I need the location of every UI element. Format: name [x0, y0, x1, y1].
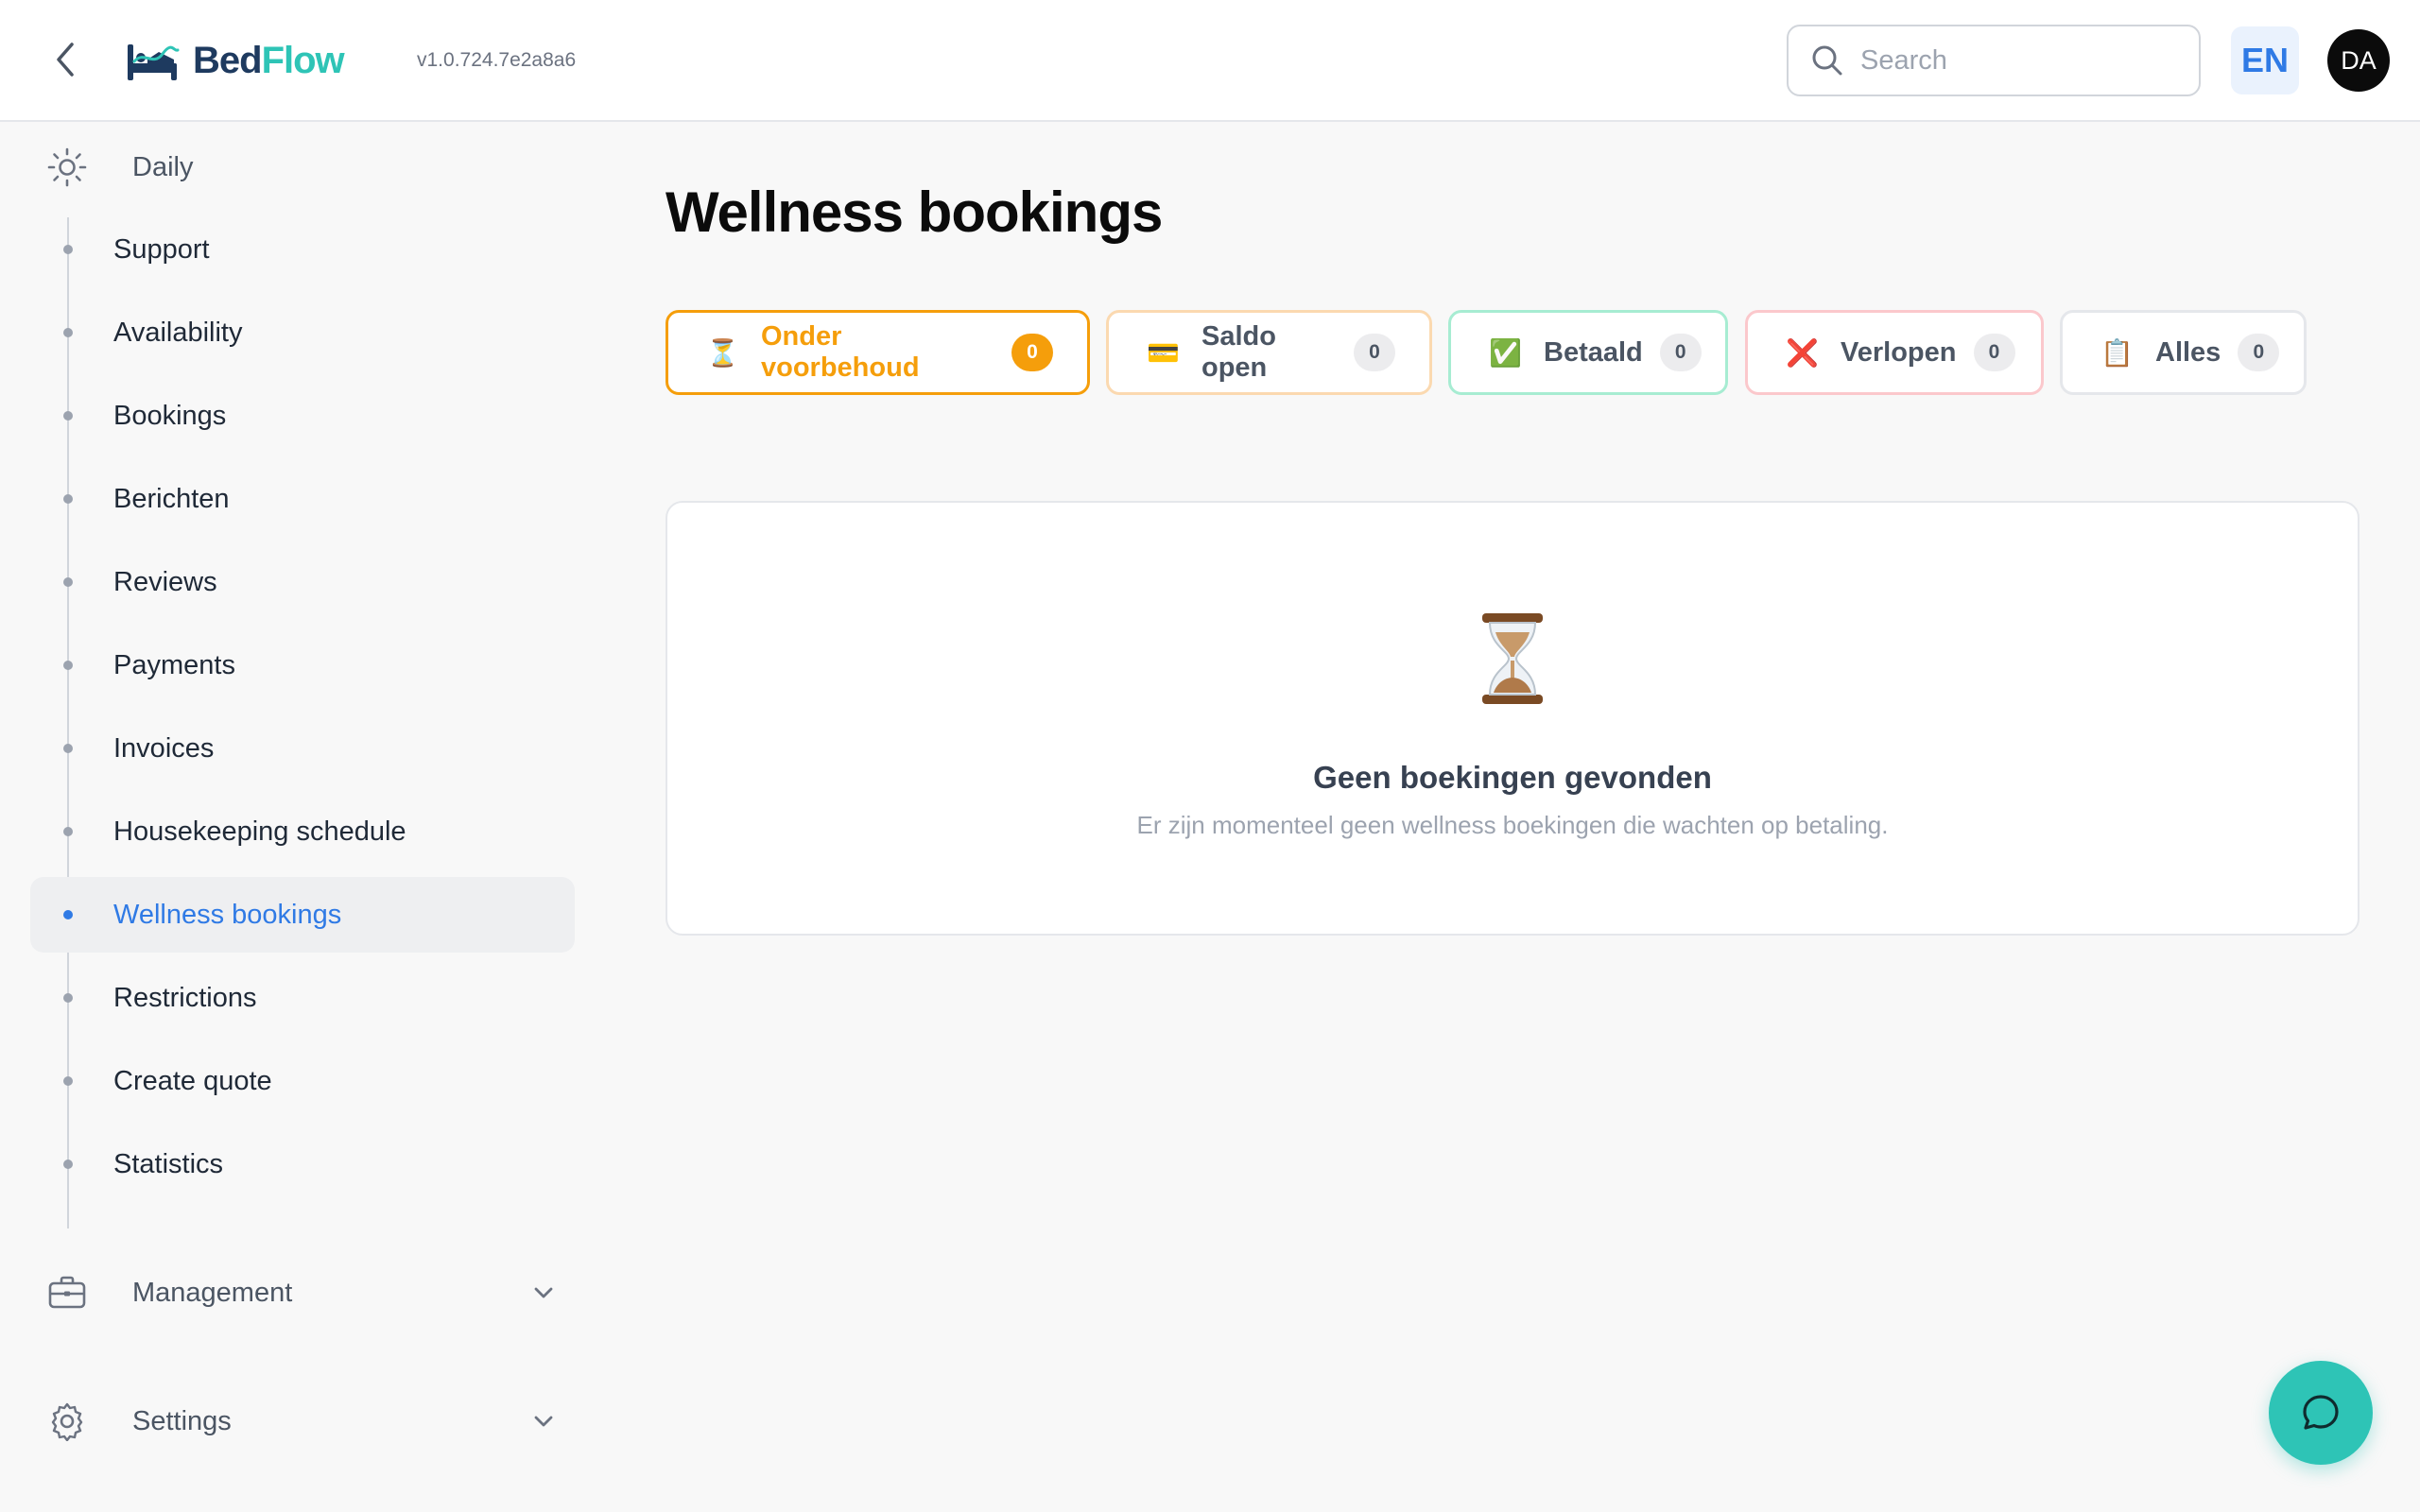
bullet-dot-icon: [63, 494, 73, 504]
bullet-dot-icon: [63, 411, 73, 421]
sidebar-item-label: Housekeeping schedule: [113, 816, 406, 847]
top-bar: BedFlow v1.0.724.7e2a8a6 EN DA: [0, 0, 2420, 122]
chevron-left-icon: [57, 43, 74, 77]
bullet-dot-icon: [63, 910, 73, 919]
sidebar-item-wellness-bookings[interactable]: Wellness bookings: [30, 877, 575, 953]
tab-count-badge: 0: [1973, 334, 2015, 371]
tab-label: Onder voorbehoud: [761, 321, 920, 383]
version-label: v1.0.724.7e2a8a6: [417, 49, 577, 71]
sidebar-item-bookings[interactable]: Bookings: [30, 378, 575, 454]
user-avatar[interactable]: DA: [2327, 29, 2390, 92]
sidebar-item-payments[interactable]: Payments: [30, 627, 575, 703]
search-box[interactable]: [1787, 25, 2201, 96]
sun-icon: [47, 147, 87, 187]
empty-state-title: Geen boekingen gevonden: [1313, 760, 1712, 795]
tab-betaald[interactable]: ✅ Betaald 0: [1448, 310, 1728, 395]
bullet-dot-icon: [63, 328, 73, 337]
sidebar-item-label: Availability: [113, 317, 243, 348]
sidebar-item-invoices[interactable]: Invoices: [30, 711, 575, 786]
sidebar-item-label: Payments: [113, 649, 235, 680]
sidebar-item-create-quote[interactable]: Create quote: [30, 1043, 575, 1119]
sidebar-item-label: Create quote: [113, 1065, 272, 1096]
chat-bubble-icon: [2303, 1395, 2339, 1430]
sidebar-item-housekeeping-schedule[interactable]: Housekeeping schedule: [30, 794, 575, 869]
sidebar-item-label: Berichten: [113, 483, 230, 514]
bullet-dot-icon: [63, 827, 73, 836]
sidebar-item-restrictions[interactable]: Restrictions: [30, 960, 575, 1036]
chevron-down-icon[interactable]: [529, 1407, 558, 1435]
bullet-dot-icon: [63, 744, 73, 753]
sidebar-item-availability[interactable]: Availability: [30, 295, 575, 370]
tab-count-badge: 0: [1011, 334, 1053, 371]
tab-saldo-open[interactable]: 💳 Saldo open 0: [1106, 310, 1432, 395]
sidebar-section-daily[interactable]: Daily: [47, 139, 558, 196]
sidebar-section-management[interactable]: Management: [47, 1264, 558, 1321]
sidebar-item-berichten[interactable]: Berichten: [30, 461, 575, 537]
tab-label: Alles: [2155, 336, 2221, 368]
bullet-dot-icon: [63, 577, 73, 587]
sidebar-item-label: Reviews: [113, 566, 217, 597]
bedflow-logo[interactable]: BedFlow: [125, 34, 345, 87]
sidebar-section-daily-label: Daily: [132, 151, 194, 182]
logo-text-flow: Flow: [261, 39, 345, 81]
sidebar-section-management-label: Management: [132, 1277, 293, 1308]
chat-button[interactable]: [2269, 1361, 2373, 1465]
check-mark-icon: ✅: [1489, 337, 1522, 368]
sidebar-item-label: Bookings: [113, 400, 227, 431]
tab-label: Saldo open: [1201, 321, 1276, 383]
sidebar-item-support[interactable]: Support: [30, 212, 575, 287]
sidebar-section-settings-label: Settings: [132, 1405, 232, 1436]
briefcase-icon: [48, 1276, 86, 1309]
tab-count-badge: 0: [2238, 334, 2280, 371]
sidebar: Daily Support Availability Bookings Beri…: [0, 123, 586, 1512]
bed-logo-icon: [128, 44, 180, 80]
bullet-dot-icon: [63, 1160, 73, 1169]
cross-mark-icon: ❌: [1786, 337, 1819, 368]
sidebar-item-reviews[interactable]: Reviews: [30, 544, 575, 620]
page-title: Wellness bookings: [666, 180, 1163, 244]
tab-count-badge: 0: [1354, 334, 1395, 371]
empty-state-subtitle: Er zijn momenteel geen wellness boekinge…: [1136, 811, 1889, 839]
sidebar-item-label: Restrictions: [113, 982, 257, 1013]
sidebar-item-label: Invoices: [113, 732, 215, 764]
empty-state-hourglass: [667, 611, 2358, 711]
chevron-down-icon[interactable]: [529, 1279, 558, 1307]
tab-alles[interactable]: 📋 Alles 0: [2060, 310, 2307, 395]
empty-state-card: Geen boekingen gevonden Er zijn momentee…: [666, 501, 2360, 936]
clipboard-icon: 📋: [2100, 337, 2134, 368]
logo-wordmark: BedFlow: [193, 39, 345, 82]
bullet-dot-icon: [63, 993, 73, 1003]
hourglass-icon: ⏳: [706, 337, 739, 368]
bullet-dot-icon: [63, 1076, 73, 1086]
sidebar-item-label: Support: [113, 233, 210, 265]
search-icon: [1812, 45, 1842, 76]
back-button[interactable]: [42, 36, 89, 83]
tab-label: Verlopen: [1841, 336, 1957, 368]
tab-count-badge: 0: [1659, 334, 1702, 371]
hourglass-icon: [1482, 613, 1543, 704]
search-input[interactable]: [1860, 44, 2163, 77]
tab-verlopen[interactable]: ❌ Verlopen 0: [1745, 310, 2044, 395]
sidebar-item-statistics[interactable]: Statistics: [30, 1126, 575, 1202]
tab-label: Betaald: [1544, 336, 1643, 368]
bullet-dot-icon: [63, 661, 73, 670]
credit-card-icon: 💳: [1147, 337, 1180, 368]
language-switcher[interactable]: EN: [2231, 26, 2299, 94]
sidebar-item-label: Wellness bookings: [113, 899, 342, 930]
tab-onder-voorbehoud[interactable]: ⏳ Onder voorbehoud 0: [666, 310, 1090, 395]
gear-icon: [51, 1402, 83, 1441]
bullet-dot-icon: [63, 245, 73, 254]
sidebar-item-label: Statistics: [113, 1148, 224, 1179]
logo-text-bed: Bed: [193, 39, 263, 81]
sidebar-section-settings[interactable]: Settings: [47, 1393, 558, 1450]
